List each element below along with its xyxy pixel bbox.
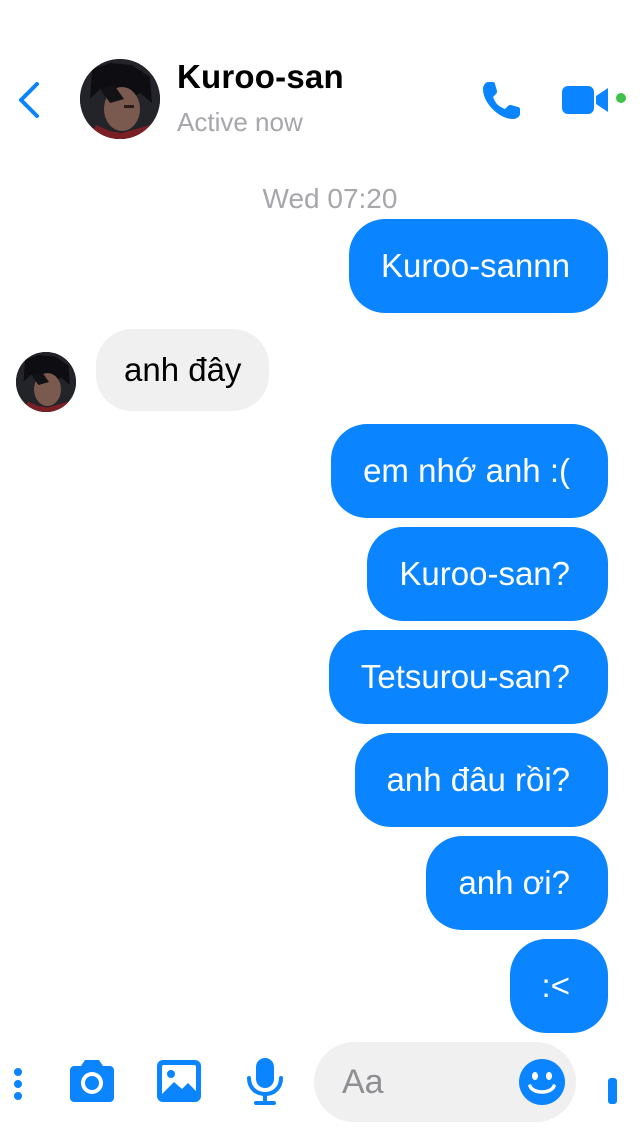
online-indicator <box>613 90 629 106</box>
outgoing-message[interactable]: Kuroo-sannn <box>349 219 608 313</box>
message-input[interactable]: Aa <box>314 1042 576 1122</box>
incoming-message[interactable]: anh đây <box>96 329 270 411</box>
microphone-icon <box>247 1058 283 1105</box>
contact-name[interactable]: Kuroo-san <box>177 58 344 96</box>
conversation-header: Kuroo-san Active now <box>0 0 640 160</box>
contact-avatar-small[interactable] <box>16 352 76 412</box>
camera-button[interactable] <box>66 1058 118 1109</box>
outgoing-message[interactable]: anh đâu rồi? <box>354 733 608 827</box>
outgoing-message[interactable]: Tetsurou-san? <box>328 630 608 724</box>
message-input-placeholder: Aa <box>342 1063 384 1101</box>
video-camera-icon <box>562 86 608 114</box>
phone-icon <box>483 82 520 119</box>
video-call-button[interactable] <box>560 80 610 120</box>
voice-call-button[interactable] <box>478 76 526 124</box>
back-button[interactable] <box>14 78 44 122</box>
composer-toolbar: Aa <box>0 1030 640 1136</box>
outgoing-message[interactable]: em nhớ anh :( <box>331 424 608 518</box>
chevron-left-icon <box>19 82 39 118</box>
message-timestamp: Wed 07:20 <box>262 183 398 214</box>
emoji-button[interactable] <box>518 1058 566 1106</box>
thumbs-up-icon <box>608 1078 617 1104</box>
voice-button[interactable] <box>245 1056 285 1111</box>
like-button[interactable] <box>606 1076 620 1111</box>
image-icon <box>157 1060 201 1102</box>
contact-avatar[interactable] <box>80 59 160 139</box>
outgoing-message[interactable]: anh ơi? <box>426 836 608 930</box>
camera-icon <box>70 1060 114 1102</box>
outgoing-message[interactable]: :< <box>509 939 608 1033</box>
outgoing-message[interactable]: Kuroo-san? <box>367 527 608 621</box>
more-icon <box>14 1068 22 1100</box>
gallery-button[interactable] <box>155 1058 203 1109</box>
emoji-icon <box>519 1059 565 1105</box>
more-button[interactable] <box>14 1064 28 1109</box>
active-status: Active now <box>177 107 303 137</box>
